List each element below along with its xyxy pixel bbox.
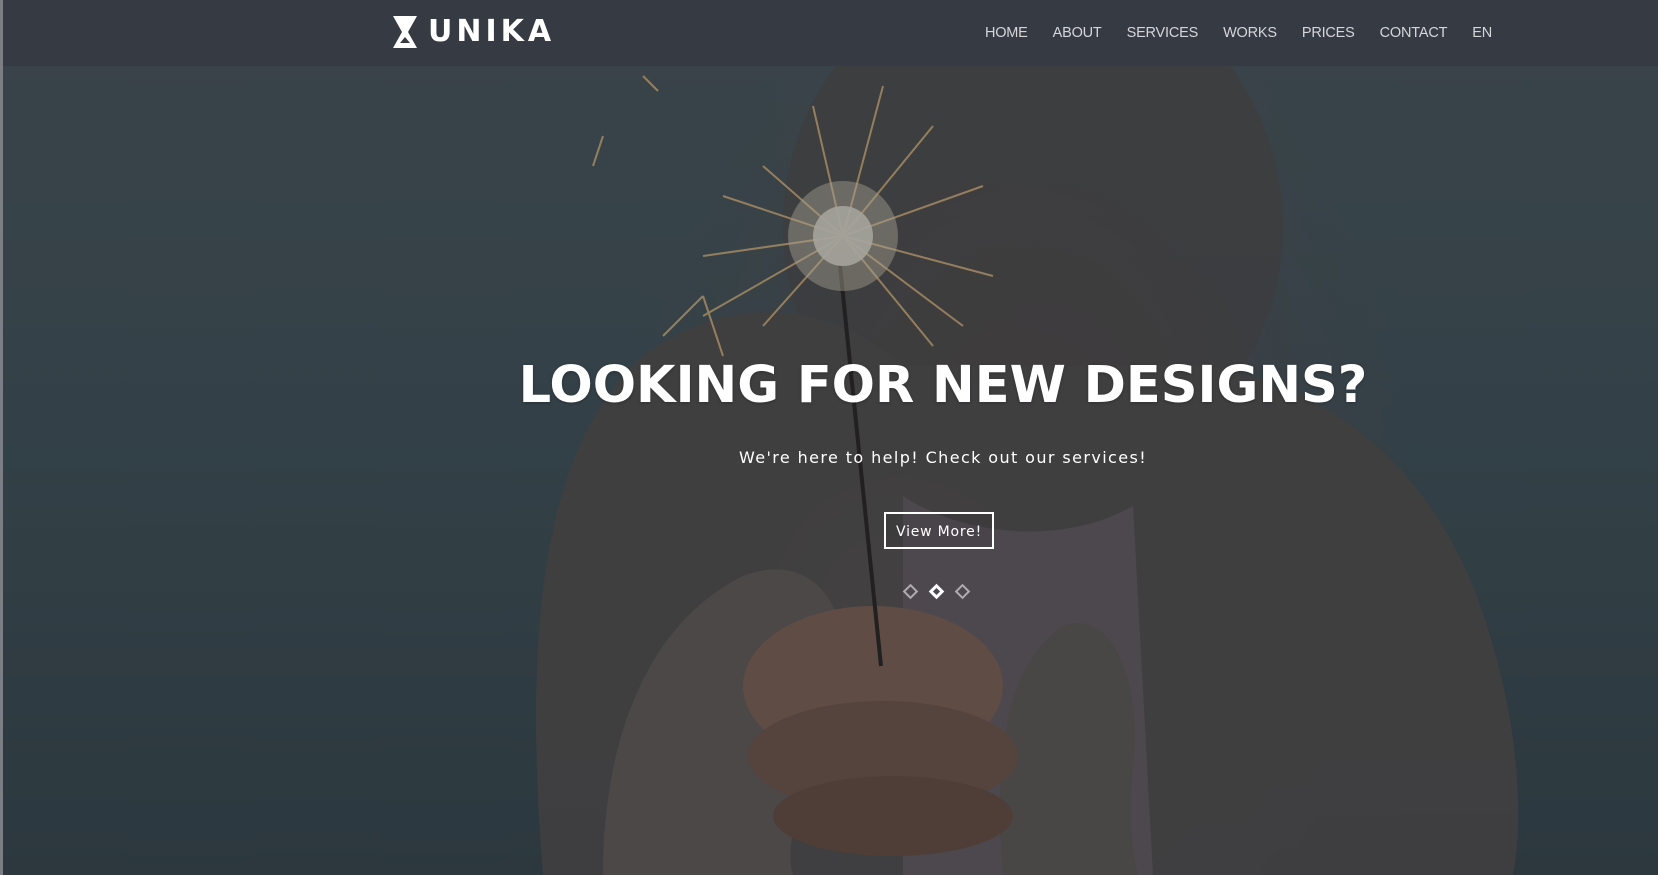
nav-item-about[interactable]: ABOUT — [1053, 25, 1102, 41]
main-nav: HOME ABOUT SERVICES WORKS PRICES CONTACT… — [960, 0, 1492, 66]
page: UNIKA HOME ABOUT SERVICES WORKS PRICES C… — [0, 0, 1658, 875]
brand-logo[interactable]: UNIKA — [392, 14, 555, 50]
hero-slider: LOOKING FOR NEW DESIGNS? We're here to h… — [3, 66, 1658, 875]
window-edge — [0, 0, 3, 875]
nav-item-contact[interactable]: CONTACT — [1380, 25, 1448, 41]
nav-item-language[interactable]: EN — [1472, 25, 1492, 41]
brand-name: UNIKA — [428, 14, 556, 49]
hero-content: LOOKING FOR NEW DESIGNS? We're here to h… — [3, 66, 1658, 875]
nav-item-prices[interactable]: PRICES — [1302, 25, 1355, 41]
hourglass-logo-icon — [393, 16, 417, 48]
nav-item-home[interactable]: HOME — [985, 25, 1028, 41]
view-more-button[interactable]: View More! — [884, 512, 994, 549]
slide-dot-2[interactable] — [928, 583, 945, 600]
slider-pagination — [902, 583, 983, 600]
slide-dot-1[interactable] — [902, 583, 919, 600]
slide-dot-3[interactable] — [954, 583, 971, 600]
hero-title: LOOKING FOR NEW DESIGNS? — [518, 356, 1368, 415]
hero-subtitle: We're here to help! Check out our servic… — [738, 448, 1148, 467]
nav-item-works[interactable]: WORKS — [1223, 25, 1277, 41]
nav-item-services[interactable]: SERVICES — [1127, 25, 1199, 41]
navbar: UNIKA HOME ABOUT SERVICES WORKS PRICES C… — [3, 0, 1658, 66]
